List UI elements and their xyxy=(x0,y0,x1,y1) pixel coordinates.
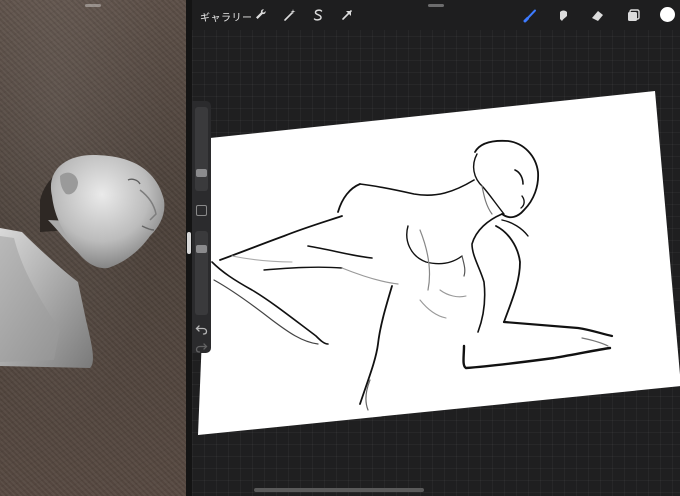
opacity-slider[interactable] xyxy=(195,231,208,315)
undo-icon[interactable] xyxy=(195,320,208,335)
redo-icon[interactable] xyxy=(195,338,208,353)
wrench-icon[interactable] xyxy=(254,8,268,22)
brush-size-slider[interactable] xyxy=(195,107,208,191)
drawing-canvas[interactable] xyxy=(192,0,680,496)
head-bust-image xyxy=(0,154,165,368)
opacity-thumb[interactable] xyxy=(196,245,207,253)
split-view-handle[interactable] xyxy=(187,232,191,254)
modify-button[interactable] xyxy=(196,205,207,216)
procreate-app: ギャラリー xyxy=(192,0,680,496)
sidebar xyxy=(192,101,211,353)
arrow-cursor-icon[interactable] xyxy=(340,8,354,22)
gallery-button[interactable]: ギャラリー xyxy=(200,9,253,24)
magic-wand-icon[interactable] xyxy=(283,8,297,22)
color-picker-button[interactable] xyxy=(660,7,675,22)
brush-icon[interactable] xyxy=(523,8,537,23)
selection-s-icon[interactable] xyxy=(311,8,325,22)
home-indicator[interactable] xyxy=(254,488,424,492)
brush-size-thumb[interactable] xyxy=(196,169,207,177)
layers-icon[interactable] xyxy=(626,8,640,22)
app-grabber[interactable] xyxy=(428,4,444,7)
eraser-icon[interactable] xyxy=(590,8,604,22)
reference-image-pane[interactable] xyxy=(0,0,186,496)
smudge-icon[interactable] xyxy=(556,8,570,22)
top-toolbar: ギャラリー xyxy=(192,0,680,30)
